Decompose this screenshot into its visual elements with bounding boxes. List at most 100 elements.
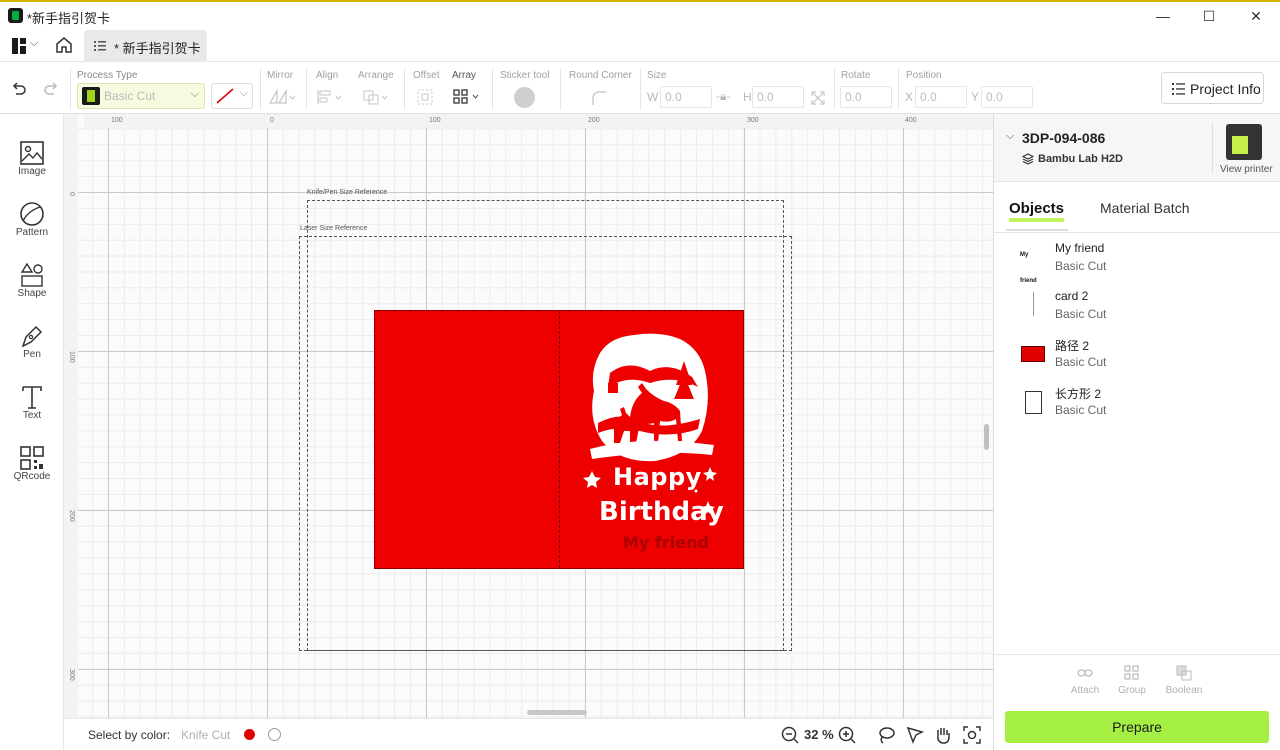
zoom-in-icon[interactable] (837, 725, 857, 745)
round-corner-icon[interactable] (590, 89, 608, 107)
tool-pen[interactable]: Pen (0, 317, 64, 373)
object-thumbnail (1020, 386, 1046, 414)
color-swatch-white[interactable] (268, 728, 281, 741)
toolbar-divider (306, 68, 307, 110)
tool-pattern[interactable]: Pattern (0, 195, 64, 251)
maximize-button[interactable]: ☐ (1198, 6, 1220, 26)
lasso-icon[interactable] (876, 725, 896, 745)
group-button[interactable]: Group (1112, 665, 1152, 696)
process-type-select[interactable]: Basic Cut ⌵ (77, 83, 205, 109)
align-label: Align (316, 70, 339, 81)
select-cursor-icon[interactable] (905, 725, 925, 745)
tab-objects[interactable]: Objects (1009, 200, 1064, 217)
ruler-label: 300 (747, 117, 759, 124)
ruler-label: 300 (68, 669, 75, 681)
object-row-card-2[interactable]: card 2 Basic Cut (994, 282, 1280, 330)
lock-ratio-icon[interactable]: -🔒︎- (716, 89, 730, 104)
tab-material-batch[interactable]: Material Batch (1100, 200, 1189, 216)
array-label: Array (452, 70, 476, 81)
offset-icon[interactable] (416, 88, 436, 106)
app-logo-icon (8, 8, 23, 23)
object-name: card 2 (1055, 289, 1089, 303)
design-canvas[interactable]: 100 0 100 200 300 400 0 100 200 300 Knif… (64, 114, 994, 718)
toolbar-divider (834, 68, 835, 110)
prepare-button[interactable]: Prepare (1005, 711, 1269, 743)
basic-cut-icon (82, 87, 100, 105)
printer-thumbnail-icon[interactable] (1226, 124, 1262, 160)
object-row-path-2[interactable]: 路径 2 Basic Cut (994, 330, 1280, 378)
boolean-button[interactable]: Boolean (1162, 665, 1206, 696)
mirror-icon[interactable] (268, 88, 296, 106)
document-tab-label: * 新手指引贺卡 (114, 41, 201, 56)
project-info-button[interactable]: Project Info (1161, 72, 1264, 104)
horizontal-scrollbar[interactable] (527, 710, 587, 715)
ruler-vertical: 0 100 200 300 (64, 114, 78, 718)
color-swatch-red[interactable] (244, 729, 255, 740)
image-icon (20, 141, 44, 165)
fit-size-icon[interactable] (810, 90, 826, 106)
object-type: Basic Cut (1055, 403, 1107, 417)
tool-pen-label: Pen (23, 349, 41, 360)
tool-qrcode-label: QRcode (13, 471, 51, 482)
list-icon (1172, 83, 1185, 95)
divider (994, 232, 1280, 233)
tool-image[interactable]: Image (0, 134, 64, 190)
height-label: H (743, 90, 752, 104)
printer-layers-icon (1022, 153, 1034, 165)
home-icon[interactable] (54, 35, 74, 55)
zoom-out-icon[interactable] (780, 725, 800, 745)
offset-label: Offset (413, 70, 440, 81)
menu-bar: ⌵ * 新手指引贺卡 3 (0, 30, 1280, 82)
tool-qrcode[interactable]: QRcode (0, 439, 64, 495)
view-printer-link[interactable]: View printer (1220, 164, 1273, 175)
sticker-tool-icon[interactable] (514, 87, 535, 108)
ruler-label: 100 (111, 117, 123, 124)
rotate-label: Rotate (841, 70, 871, 81)
happy-text[interactable]: Happy (613, 463, 702, 491)
boolean-icon (1176, 665, 1192, 681)
fit-view-icon[interactable] (962, 725, 982, 745)
knife-pen-reference-label: Knife/Pen Size Reference (307, 189, 388, 196)
toolbar-divider (560, 68, 561, 110)
array-icon[interactable] (452, 88, 482, 106)
y-label: Y (971, 90, 980, 104)
chevron-down-icon: ⌵ (240, 88, 248, 99)
width-input[interactable]: 0.0 (660, 86, 712, 108)
chevron-down-icon[interactable]: ⌵ (30, 37, 38, 50)
minimize-button[interactable]: — (1152, 6, 1174, 26)
ruler-label: 100 (68, 351, 75, 363)
undo-icon[interactable] (10, 80, 28, 98)
arrange-icon[interactable] (362, 88, 390, 106)
ruler-label: 0 (68, 192, 75, 196)
ruler-label: 200 (588, 117, 600, 124)
printer-id[interactable]: 3DP-094-086 (1022, 130, 1105, 146)
line-color-select[interactable]: ⌵ (211, 83, 253, 109)
tool-shape-label: Shape (17, 288, 47, 299)
printer-header: ⌵ 3DP-094-086 Bambu Lab H2D View printer (994, 114, 1280, 182)
x-input[interactable]: 0.0 (915, 86, 967, 108)
attach-button[interactable]: Attach (1065, 665, 1105, 696)
hand-pan-icon[interactable] (933, 725, 953, 745)
greeting-card[interactable]: Happy Birthday My friend (374, 310, 744, 569)
project-info-label: Project Info (1190, 81, 1261, 97)
object-thumbnail (1020, 338, 1046, 364)
chevron-down-icon[interactable]: ⌵ (1006, 130, 1014, 143)
rotate-input[interactable]: 0.0 (840, 86, 892, 108)
object-row-my-friend[interactable]: My friend My friend Basic Cut (994, 234, 1280, 284)
align-icon[interactable] (316, 88, 344, 106)
x-label: X (905, 90, 914, 104)
tool-shape[interactable]: Shape (0, 256, 64, 312)
object-row-rectangle-2[interactable]: 长方形 2 Basic Cut (994, 378, 1280, 426)
close-button[interactable]: ✕ (1245, 6, 1267, 26)
main-menu-icon[interactable] (12, 38, 26, 54)
y-input[interactable]: 0.0 (981, 86, 1033, 108)
height-input[interactable]: 0.0 (752, 86, 804, 108)
document-tab[interactable]: * 新手指引贺卡 (84, 30, 207, 62)
redo-icon[interactable] (42, 80, 60, 98)
tool-text[interactable]: Text (0, 378, 64, 434)
vertical-scrollbar[interactable] (984, 424, 989, 450)
my-friend-text[interactable]: My friend (623, 533, 709, 552)
sticker-tool-label: Sticker tool (500, 70, 550, 81)
tab-highlight (1009, 218, 1064, 222)
birthday-text[interactable]: Birthday (599, 497, 724, 527)
